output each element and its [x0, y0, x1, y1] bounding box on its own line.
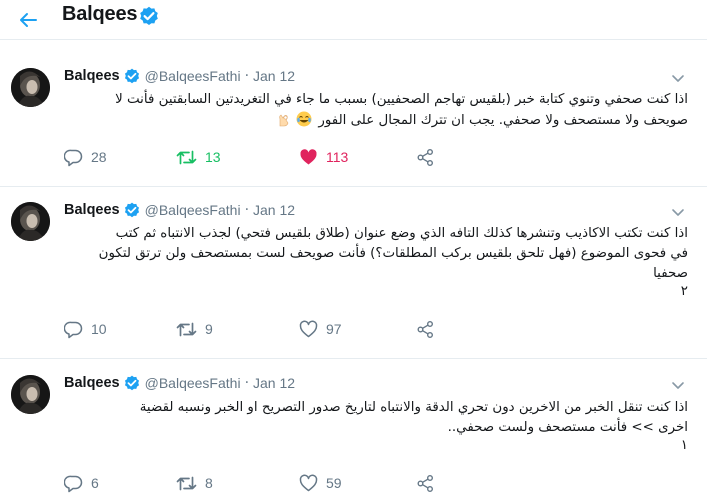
like-count: 113 — [326, 149, 349, 165]
author-handle[interactable]: @BalqeesFathi — [145, 375, 241, 391]
author-name[interactable]: Balqees — [64, 68, 120, 84]
chevron-down-icon[interactable] — [671, 378, 685, 392]
share-icon — [417, 148, 433, 166]
share-button[interactable] — [416, 472, 435, 494]
tweet-text-line: في فحوى الموضوع (فهل تلحق بلقيس بركب الم… — [98, 246, 688, 261]
tweet[interactable]: Balqees @BalqeesFathi · Jan 12 اذا كنت ت… — [0, 359, 707, 502]
verified-badge-icon — [140, 6, 158, 26]
tweet-text-line: اذا كنت تنقل الخبر من الاخرين دون تحري ا… — [139, 400, 688, 415]
like-button[interactable]: 59 — [299, 472, 342, 494]
retweet-count: 13 — [205, 149, 221, 165]
retweet-icon — [176, 476, 197, 490]
tweet-actions: 10 9 97 — [64, 318, 484, 340]
tweet-text-segment: صويحف ولا مستصحف ولا صحفي. يجب ان تترك ا… — [318, 112, 688, 128]
share-button[interactable] — [416, 318, 435, 340]
tweet-date[interactable]: Jan 12 — [253, 375, 295, 391]
avatar[interactable] — [11, 68, 50, 107]
ok-hand-emoji — [279, 114, 289, 126]
avatar[interactable] — [11, 202, 50, 241]
verified-badge-icon — [124, 68, 139, 84]
like-icon — [300, 148, 317, 164]
tweet-text-line: ٢ — [680, 284, 688, 299]
tweet[interactable]: Balqees @BalqeesFathi · Jan 12 اذا كنت ت… — [0, 187, 707, 359]
reply-count: 28 — [91, 149, 107, 165]
retweet-icon — [176, 150, 197, 164]
reply-icon — [64, 149, 83, 166]
verified-badge-icon — [124, 375, 139, 391]
like-button[interactable]: 97 — [299, 318, 342, 340]
tweet-text-line: اذا كنت تكتب الاكاذيب وتنشرها كذلك التاف… — [115, 226, 688, 241]
like-count: 59 — [326, 475, 342, 491]
separator-dot: · — [244, 202, 250, 218]
share-icon — [417, 320, 433, 338]
like-count: 97 — [326, 321, 342, 337]
header-title: Balqees — [62, 3, 138, 25]
share-icon — [417, 474, 433, 492]
profile-header: Balqees — [0, 0, 707, 40]
tweet-date[interactable]: Jan 12 — [253, 202, 295, 218]
avatar[interactable] — [11, 375, 50, 414]
reply-icon — [64, 321, 83, 338]
like-icon — [299, 474, 318, 491]
retweet-icon — [176, 322, 197, 336]
tweet-text-line: صويحف ولا مستصحف ولا صحفي. يجب ان تترك ا… — [64, 111, 688, 132]
author-handle[interactable]: @BalqeesFathi — [145, 68, 241, 84]
back-button[interactable] — [14, 6, 42, 34]
tweet-text-line: اخرى >> فأنت مستصحف ولست صحفي.. — [447, 420, 688, 435]
author-name[interactable]: Balqees — [64, 375, 120, 391]
tweet-text: اذا كنت تكتب الاكاذيب وتنشرها كذلك التاف… — [64, 224, 688, 300]
reply-count: 10 — [91, 321, 107, 337]
author-handle[interactable]: @BalqeesFathi — [145, 202, 241, 218]
reply-icon — [64, 475, 83, 492]
retweet-count: 9 — [205, 321, 213, 337]
tweet-text: اذا كنت صحفي وتنوي كتابة خبر (بلقيس تهاج… — [64, 90, 688, 131]
tweet[interactable]: Balqees @BalqeesFathi · Jan 12 اذا كنت ص… — [0, 40, 707, 187]
reply-count: 6 — [91, 475, 99, 491]
separator-dot: · — [244, 68, 250, 84]
tweet-text-line: صحفيا — [653, 266, 688, 281]
author-name[interactable]: Balqees — [64, 202, 120, 218]
tweet-header: Balqees @BalqeesFathi · Jan 12 — [64, 373, 295, 393]
retweet-count: 8 — [205, 475, 213, 491]
tweet-date[interactable]: Jan 12 — [253, 68, 295, 84]
reply-button[interactable]: 6 — [64, 472, 99, 494]
tweet-actions: 28 13 113 — [64, 146, 484, 168]
separator-dot: · — [244, 375, 250, 391]
verified-badge-icon — [124, 202, 139, 218]
retweet-button[interactable]: 9 — [176, 318, 213, 340]
tweet-text: اذا كنت تنقل الخبر من الاخرين دون تحري ا… — [64, 398, 688, 454]
retweet-button[interactable]: 13 — [176, 146, 221, 168]
tweet-text-line: اذا كنت صحفي وتنوي كتابة خبر (بلقيس تهاج… — [115, 92, 688, 107]
chevron-down-icon[interactable] — [671, 71, 685, 85]
like-icon — [299, 320, 318, 337]
tweet-header: Balqees @BalqeesFathi · Jan 12 — [64, 200, 295, 220]
reply-button[interactable]: 10 — [64, 318, 107, 340]
share-button[interactable] — [416, 146, 435, 168]
tweet-text-line: ١ — [680, 438, 688, 453]
tweet-header: Balqees @BalqeesFathi · Jan 12 — [64, 66, 295, 86]
tweet-actions: 6 8 59 — [64, 472, 484, 494]
reply-button[interactable]: 28 — [64, 146, 107, 168]
like-button[interactable]: 113 — [299, 146, 348, 168]
laughing-emoji — [296, 111, 312, 126]
retweet-button[interactable]: 8 — [176, 472, 213, 494]
chevron-down-icon[interactable] — [671, 205, 685, 219]
back-arrow-icon — [20, 13, 37, 27]
